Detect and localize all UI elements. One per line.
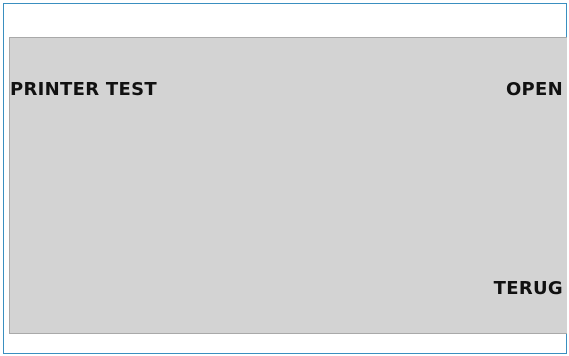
back-button[interactable]: TERUG <box>494 280 563 298</box>
page-title: PRINTER TEST <box>10 79 157 100</box>
open-button[interactable]: OPEN <box>506 81 563 99</box>
